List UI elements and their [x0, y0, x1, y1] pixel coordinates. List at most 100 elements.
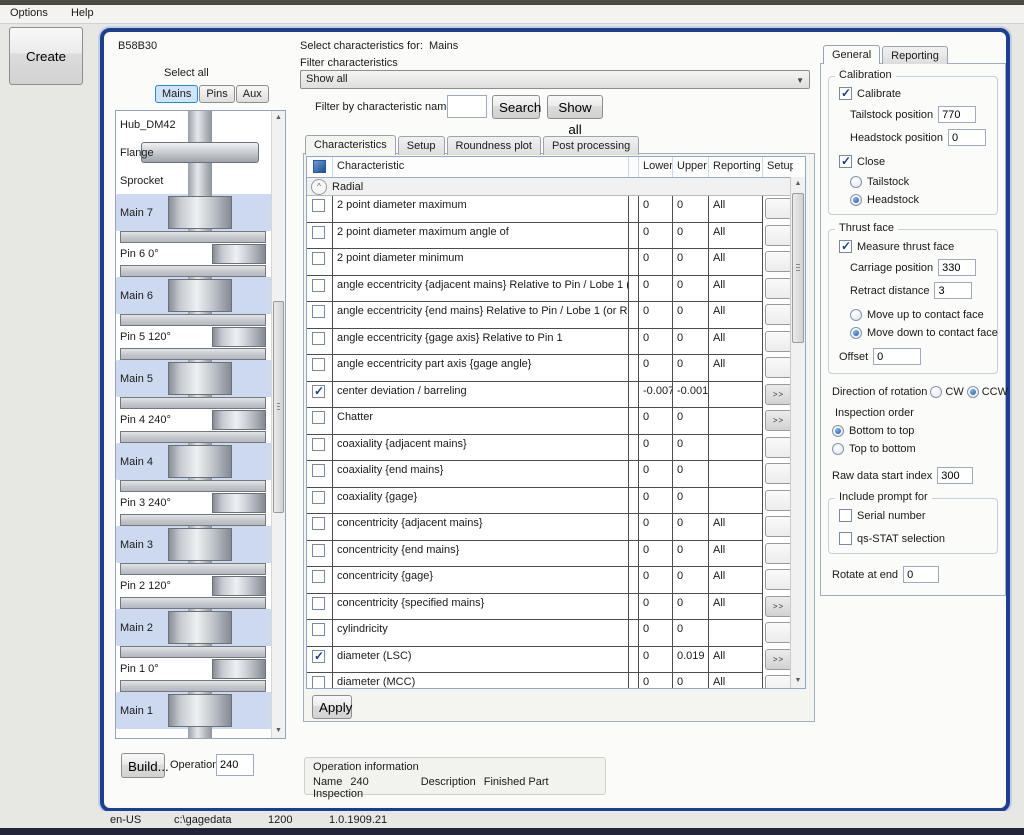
lower-value[interactable]: 0 [639, 249, 673, 276]
tab-reporting[interactable]: Reporting [882, 46, 948, 64]
characteristic-name[interactable]: Chatter [333, 408, 629, 435]
feature-item-main-5[interactable]: Main 5 [116, 360, 274, 397]
lower-value[interactable]: 0 [639, 196, 673, 223]
upper-value[interactable]: 0 [673, 249, 709, 276]
move-up-radio[interactable] [850, 309, 862, 321]
characteristic-name[interactable]: angle eccentricity {adjacent mains} Rela… [333, 276, 629, 303]
select-all-checkbox[interactable] [313, 160, 326, 173]
setup-button[interactable]: >> [765, 384, 792, 405]
feature-item-main-6[interactable]: Main 6 [116, 277, 274, 314]
scrollbar-thumb[interactable] [273, 301, 284, 513]
lower-value[interactable]: 0 [639, 408, 673, 435]
row-checkbox[interactable] [312, 623, 325, 636]
scroll-up-icon[interactable]: ▲ [272, 112, 285, 124]
tab-setup[interactable]: Setup [398, 136, 445, 155]
upper-value[interactable]: 0 [673, 196, 709, 223]
feature-item-flange[interactable]: Flange [116, 138, 274, 167]
move-down-radio[interactable] [850, 327, 862, 339]
reporting-value[interactable] [709, 435, 763, 462]
row-checkbox[interactable] [312, 650, 325, 663]
retract-distance-input[interactable] [934, 282, 972, 299]
upper-value[interactable]: 0 [673, 355, 709, 382]
table-scrollbar[interactable]: ▲ ▼ [790, 177, 805, 688]
reporting-value[interactable]: All [709, 647, 763, 674]
upper-value[interactable]: -0.001 [673, 382, 709, 409]
setup-button[interactable] [765, 569, 792, 590]
characteristic-name[interactable]: center deviation / barreling [333, 382, 629, 409]
characteristic-name[interactable]: angle eccentricity {end mains} Relative … [333, 302, 629, 329]
menu-help[interactable]: Help [61, 5, 104, 21]
tab-aux[interactable]: Aux [236, 85, 269, 103]
row-checkbox[interactable] [312, 676, 325, 689]
row-checkbox[interactable] [312, 199, 325, 212]
reporting-value[interactable]: All [709, 249, 763, 276]
rotate-at-end-input[interactable] [903, 566, 939, 583]
reporting-value[interactable]: All [709, 355, 763, 382]
tab-general[interactable]: General [823, 45, 880, 64]
create-button[interactable]: Create [9, 27, 83, 85]
row-checkbox[interactable] [312, 570, 325, 583]
setup-button[interactable] [765, 278, 792, 299]
reporting-value[interactable]: All [709, 223, 763, 250]
reporting-value[interactable]: All [709, 594, 763, 621]
search-button[interactable]: Search [492, 95, 540, 119]
row-checkbox[interactable] [312, 597, 325, 610]
apply-button[interactable]: Apply [312, 695, 352, 719]
feature-item-pin-1-0-[interactable]: Pin 1 0° [116, 646, 274, 692]
row-checkbox[interactable] [312, 544, 325, 557]
top-to-bottom-radio[interactable] [832, 443, 844, 455]
setup-button[interactable] [765, 357, 792, 378]
upper-value[interactable]: 0 [673, 488, 709, 515]
characteristic-name[interactable]: concentricity {adjacent mains} [333, 514, 629, 541]
setup-button[interactable] [765, 437, 792, 458]
upper-value[interactable]: 0 [673, 408, 709, 435]
row-checkbox[interactable] [312, 358, 325, 371]
feature-item-pin-4-240-[interactable]: Pin 4 240° [116, 397, 274, 443]
reporting-value[interactable]: All [709, 567, 763, 594]
serial-number-checkbox[interactable] [839, 509, 852, 522]
feature-item-pin-6-0-[interactable]: Pin 6 0° [116, 231, 274, 277]
characteristic-name[interactable]: cylindricity [333, 620, 629, 647]
characteristic-name[interactable]: concentricity {gage} [333, 567, 629, 594]
setup-button[interactable] [765, 490, 792, 511]
scrollbar-thumb[interactable] [792, 193, 804, 343]
reporting-value[interactable]: All [709, 276, 763, 303]
upper-value[interactable]: 0 [673, 541, 709, 568]
upper-value[interactable]: 0.019 [673, 647, 709, 674]
reporting-value[interactable]: All [709, 541, 763, 568]
lower-value[interactable]: 0 [639, 355, 673, 382]
upper-value[interactable]: 0 [673, 673, 709, 689]
setup-button[interactable] [765, 225, 792, 246]
row-checkbox[interactable] [312, 411, 325, 424]
measure-thrust-face-checkbox[interactable] [839, 240, 852, 253]
bottom-to-top-radio[interactable] [832, 425, 844, 437]
characteristic-name[interactable]: diameter (MCC) [333, 673, 629, 689]
setup-button[interactable] [765, 543, 792, 564]
feature-list-scrollbar[interactable]: ▲ ▼ [271, 111, 285, 738]
characteristic-name[interactable]: coaxiality {gage} [333, 488, 629, 515]
menu-options[interactable]: Options [0, 5, 58, 21]
feature-item-pin-2-120-[interactable]: Pin 2 120° [116, 563, 274, 609]
characteristic-name[interactable]: 2 point diameter maximum angle of [333, 223, 629, 250]
headstock-position-input[interactable] [948, 129, 986, 146]
feature-item-pin-5-120-[interactable]: Pin 5 120° [116, 314, 274, 360]
scroll-down-icon[interactable]: ▼ [791, 675, 805, 687]
lower-value[interactable]: 0 [639, 302, 673, 329]
feature-item-hub-dm42[interactable]: Hub_DM42 [116, 111, 274, 138]
characteristic-name[interactable]: coaxiality {end mains} [333, 461, 629, 488]
feature-item-main-4[interactable]: Main 4 [116, 443, 274, 480]
row-checkbox[interactable] [312, 438, 325, 451]
reporting-value[interactable]: All [709, 329, 763, 356]
tab-mains[interactable]: Mains [155, 85, 198, 103]
qs-stat-selection-checkbox[interactable] [839, 532, 852, 545]
feature-item-pin-3-240-[interactable]: Pin 3 240° [116, 480, 274, 526]
characteristic-name[interactable]: 2 point diameter maximum [333, 196, 629, 223]
build-button[interactable]: Build... [121, 753, 165, 778]
feature-item-main-1[interactable]: Main 1 [116, 692, 274, 729]
characteristic-name[interactable]: angle eccentricity {gage axis} Relative … [333, 329, 629, 356]
characteristic-name[interactable]: diameter (LSC) [333, 647, 629, 674]
row-checkbox[interactable] [312, 464, 325, 477]
upper-value[interactable]: 0 [673, 567, 709, 594]
lower-value[interactable]: 0 [639, 514, 673, 541]
reporting-value[interactable] [709, 382, 763, 409]
